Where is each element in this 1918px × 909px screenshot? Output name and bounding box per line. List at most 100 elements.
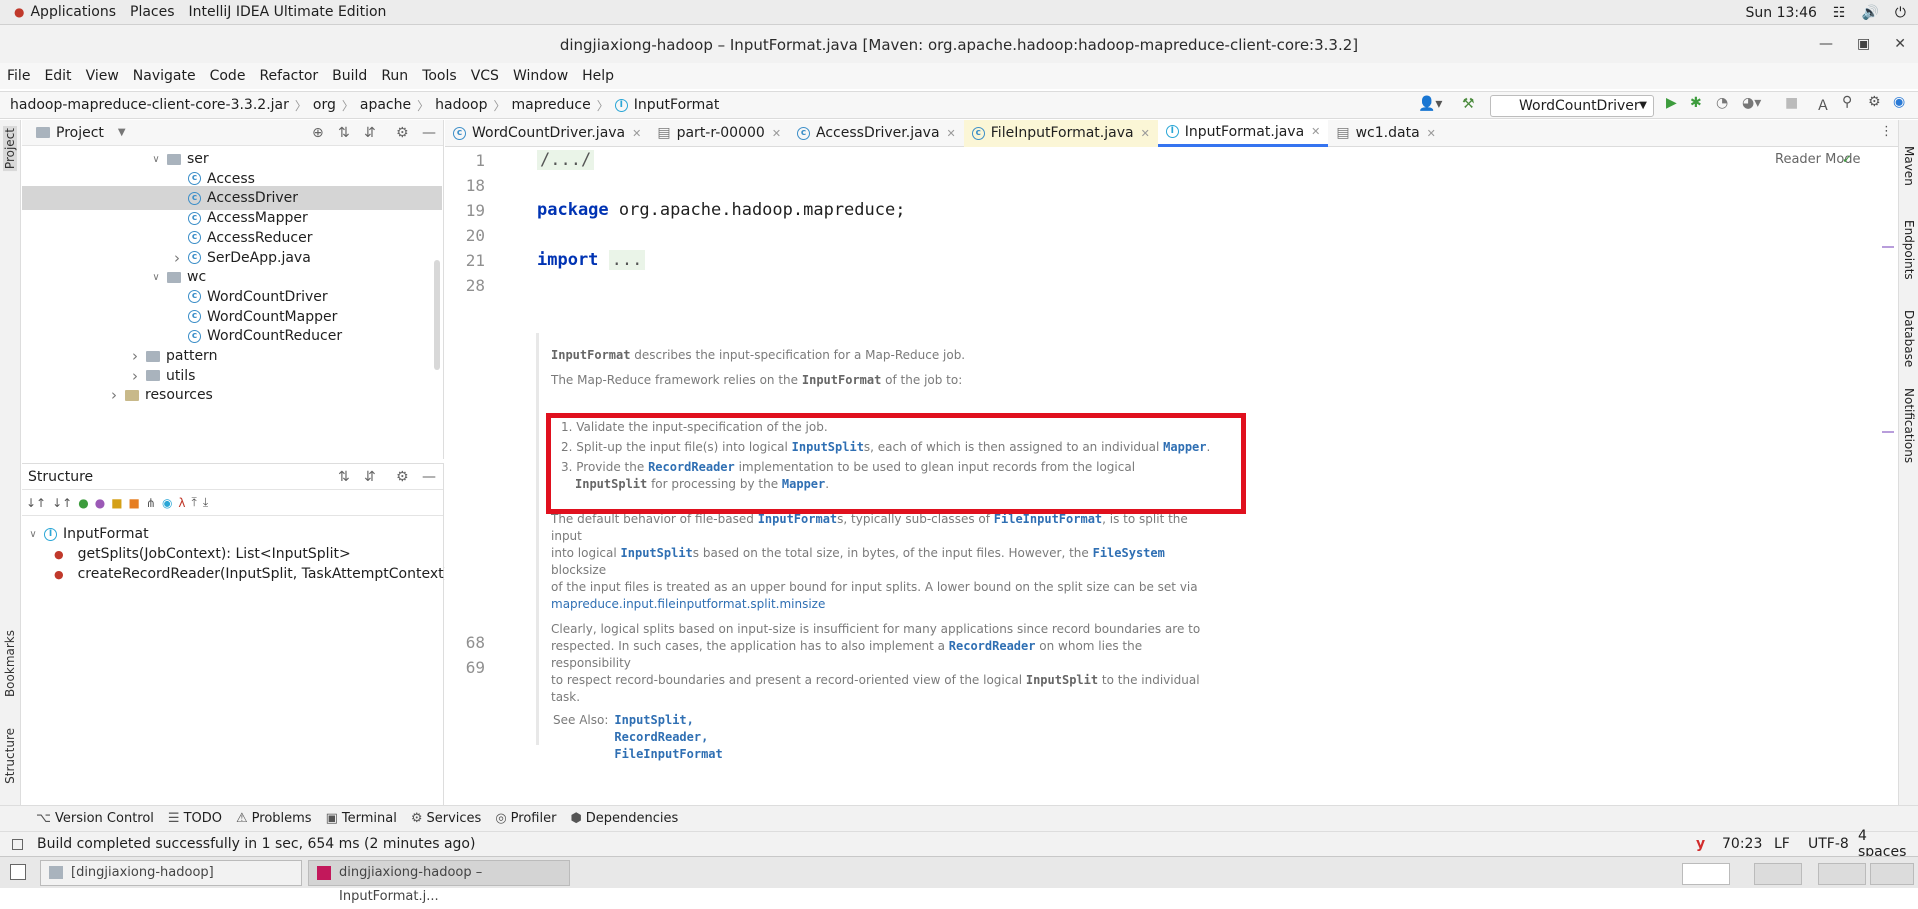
show-interfaces-icon[interactable]: ◉: [162, 496, 172, 510]
project-tool-button[interactable]: Project: [3, 126, 17, 172]
status-square-icon[interactable]: [12, 838, 23, 850]
doc-link[interactable]: FileSystem: [1093, 546, 1165, 560]
workspace-1[interactable]: [1682, 863, 1730, 885]
autoscroll-from-source-icon[interactable]: ⤓: [203, 495, 208, 510]
clock[interactable]: Sun 13:46: [1745, 5, 1816, 21]
workspace-3[interactable]: [1818, 863, 1866, 885]
maximize-icon[interactable]: ▣: [1857, 36, 1870, 52]
breadcrumb-item[interactable]: hadoop: [435, 97, 487, 113]
anonymous-classes-icon[interactable]: ⋔: [146, 496, 156, 510]
endpoints-tool-button[interactable]: Endpoints: [1902, 220, 1916, 280]
menu-build[interactable]: Build: [325, 68, 374, 84]
volume-icon[interactable]: 🔊: [1861, 5, 1878, 21]
search-icon[interactable]: ⚲: [1842, 94, 1852, 110]
run-icon[interactable]: ▶: [1666, 95, 1677, 111]
chevron-right-icon[interactable]: ›: [107, 386, 121, 404]
structure-method[interactable]: ● createRecordReader(InputSplit, TaskAtt…: [54, 562, 454, 586]
locate-icon[interactable]: ⊕: [312, 125, 324, 141]
chevron-right-icon[interactable]: ›: [128, 347, 142, 365]
chevron-right-icon[interactable]: ›: [170, 249, 184, 267]
show-nonpublic-icon[interactable]: ■: [129, 496, 140, 510]
close-icon[interactable]: ✕: [1141, 127, 1150, 140]
folded-region[interactable]: ...: [608, 250, 646, 270]
menu-tools[interactable]: Tools: [415, 68, 464, 84]
chevron-down-icon[interactable]: ∨: [26, 529, 40, 540]
chevron-down-icon[interactable]: ∨: [149, 154, 163, 165]
doc-link[interactable]: InputSplit: [621, 546, 693, 560]
debug-icon[interactable]: ✱: [1690, 95, 1702, 111]
editor-tab[interactable]: I InputFormat.java ✕: [1157, 119, 1329, 147]
gear-icon[interactable]: ⚙: [1868, 94, 1881, 110]
menu-file[interactable]: File: [0, 68, 37, 84]
tool-window-services[interactable]: ⚙ Services: [411, 811, 481, 826]
close-icon[interactable]: ✕: [1894, 36, 1906, 52]
doc-link[interactable]: FileInputFormat: [994, 512, 1102, 526]
chevron-down-icon[interactable]: ▼: [118, 127, 126, 138]
collapse-all-icon[interactable]: ⇵: [364, 125, 376, 141]
project-scrollbar[interactable]: [434, 260, 440, 370]
sort-visibility-icon[interactable]: ↓↑: [26, 496, 46, 510]
show-desktop-icon[interactable]: [10, 864, 26, 880]
bookmarks-tool-button[interactable]: Bookmarks: [3, 630, 17, 697]
breadcrumb-item[interactable]: org: [313, 97, 336, 113]
tool-window-version-control[interactable]: ⌥ Version Control: [36, 811, 154, 826]
show-fields-icon[interactable]: ■: [111, 496, 122, 510]
tool-window-dependencies[interactable]: ⬢ Dependencies: [570, 811, 678, 826]
network-icon[interactable]: ☷: [1833, 5, 1846, 21]
applications-menu[interactable]: ● Applications: [14, 4, 116, 20]
editor-tab[interactable]: ▤ part-r-00000 ✕: [649, 120, 789, 147]
menu-help[interactable]: Help: [575, 68, 621, 84]
sort-alpha-icon[interactable]: ↓↑: [52, 496, 72, 510]
more-tabs-icon[interactable]: ⋮: [1880, 124, 1893, 139]
close-icon[interactable]: ✕: [1311, 125, 1320, 138]
active-app-menu[interactable]: IntelliJ IDEA Ultimate Edition: [189, 4, 387, 20]
file-encoding[interactable]: UTF-8: [1808, 836, 1849, 852]
breadcrumb-item[interactable]: hadoop-mapreduce-client-core-3.3.2.jar: [10, 97, 289, 113]
doc-link[interactable]: mapreduce.input.fileinputformat.split.mi…: [551, 596, 1201, 613]
profile-icon[interactable]: ◕▾: [1742, 95, 1761, 111]
taskbar-item-active[interactable]: dingjiaxiong-hadoop – InputFormat.j...: [308, 860, 570, 904]
close-icon[interactable]: ✕: [947, 127, 956, 140]
chevron-right-icon[interactable]: ›: [128, 367, 142, 385]
gear-icon[interactable]: ⚙: [396, 125, 409, 141]
user-icon[interactable]: 👤▾: [1418, 96, 1442, 112]
show-properties-icon[interactable]: ●: [95, 496, 105, 510]
translate-icon[interactable]: Ａ: [1816, 95, 1830, 115]
stop-icon[interactable]: ■: [1785, 95, 1798, 111]
code-line[interactable]: import ...: [537, 250, 646, 270]
workspace-4[interactable]: [1870, 863, 1914, 885]
menu-run[interactable]: Run: [374, 68, 415, 84]
close-icon[interactable]: ✕: [632, 127, 641, 140]
show-lambdas-icon[interactable]: λ: [178, 496, 185, 510]
hide-icon[interactable]: —: [422, 125, 436, 141]
menu-refactor[interactable]: Refactor: [252, 68, 325, 84]
folded-region[interactable]: /.../: [537, 150, 595, 170]
menu-edit[interactable]: Edit: [37, 68, 78, 84]
tool-window-terminal[interactable]: ▣ Terminal: [326, 811, 397, 826]
close-icon[interactable]: ✕: [1427, 127, 1436, 140]
gear-icon[interactable]: ⚙: [396, 469, 409, 485]
tool-window-profiler[interactable]: ◎ Profiler: [495, 811, 556, 826]
expand-all-icon[interactable]: ⇅: [338, 469, 350, 485]
doc-link[interactable]: RecordReader,: [614, 729, 722, 746]
expand-all-icon[interactable]: ⇅: [338, 125, 350, 141]
ide-logo-icon[interactable]: ◉: [1893, 94, 1905, 110]
close-icon[interactable]: ✕: [772, 127, 781, 140]
power-icon[interactable]: ⏻: [1895, 5, 1906, 21]
menu-navigate[interactable]: Navigate: [126, 68, 203, 84]
doc-link[interactable]: InputFormat: [758, 512, 837, 526]
coverage-icon[interactable]: ◔: [1716, 95, 1728, 111]
breadcrumb-item[interactable]: apache: [360, 97, 411, 113]
structure-tool-button[interactable]: Structure: [3, 728, 17, 784]
build-hammer-icon[interactable]: ⚒: [1462, 96, 1475, 112]
workspace-2[interactable]: [1754, 863, 1802, 885]
breadcrumb-item[interactable]: mapreduce: [512, 97, 591, 113]
breadcrumb-item[interactable]: InputFormat: [634, 97, 720, 113]
chevron-down-icon[interactable]: ∨: [149, 272, 163, 283]
menu-code[interactable]: Code: [203, 68, 253, 84]
tool-window-todo[interactable]: ☰ TODO: [168, 811, 222, 826]
collapse-all-icon[interactable]: ⇵: [364, 469, 376, 485]
menu-window[interactable]: Window: [506, 68, 575, 84]
run-configuration-selector[interactable]: WordCountDriver ▼: [1490, 95, 1654, 117]
doc-link[interactable]: RecordReader: [949, 639, 1036, 653]
